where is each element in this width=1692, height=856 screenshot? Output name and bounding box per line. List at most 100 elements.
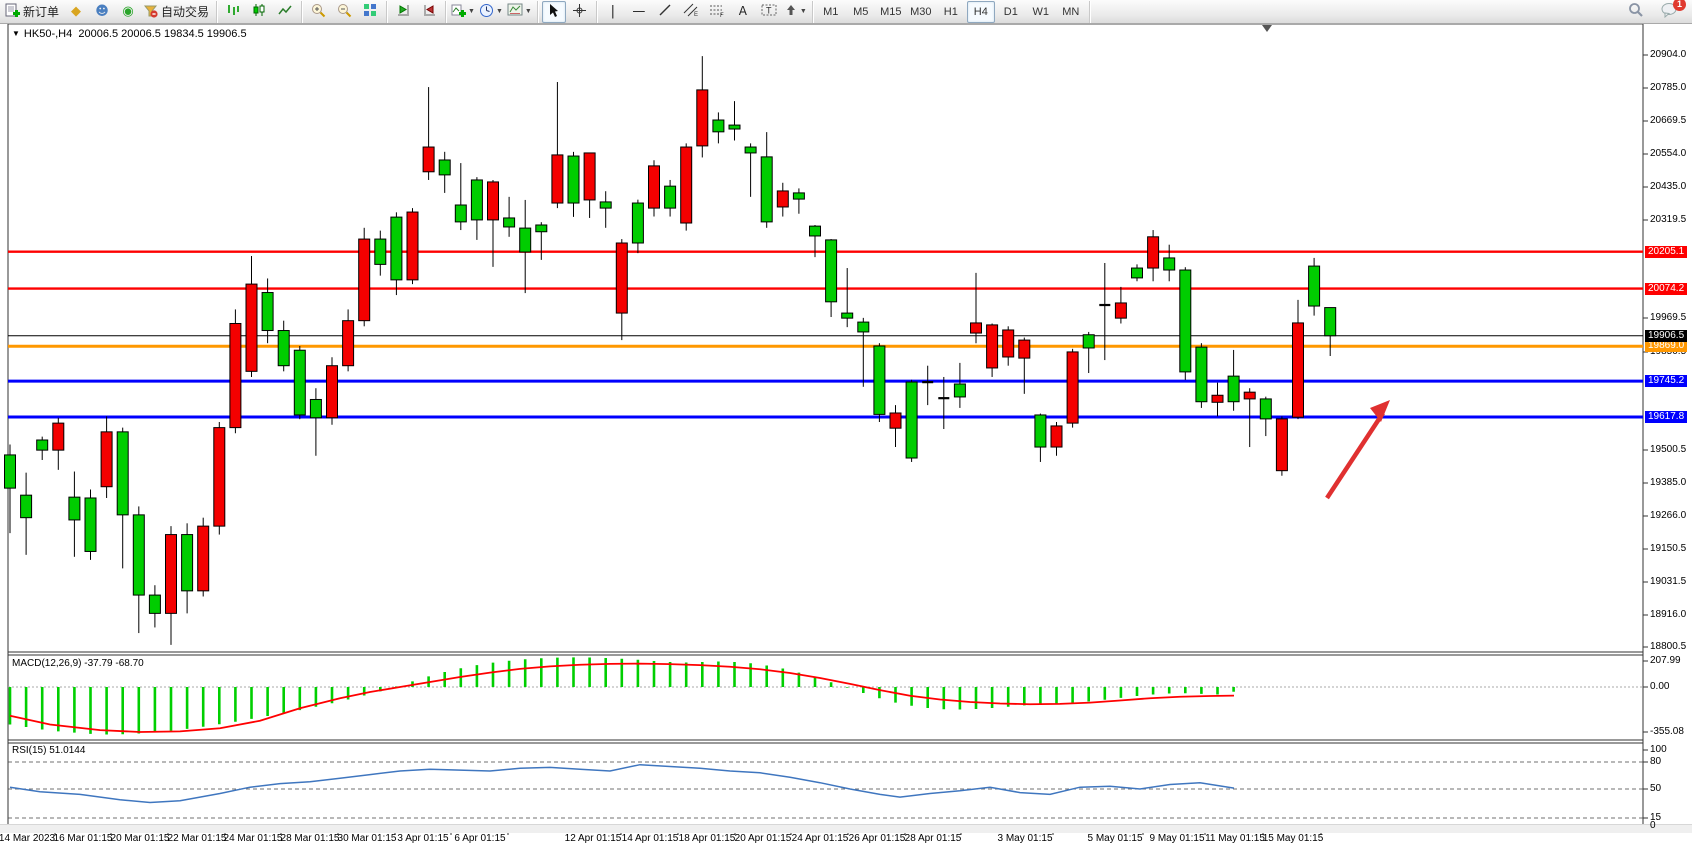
chat-button[interactable]: 1	[1657, 1, 1681, 23]
vertical-line-button[interactable]: |	[601, 1, 625, 23]
candle-body	[101, 432, 112, 487]
candle-chart-button[interactable]	[247, 1, 271, 23]
date-label: 12 Apr 01:15	[565, 833, 622, 844]
candle-body	[439, 160, 450, 175]
candle-body	[230, 323, 241, 427]
crosshair-button[interactable]	[568, 1, 592, 23]
candle-body	[166, 535, 177, 614]
date-label: 15 May 01:15	[1263, 833, 1324, 844]
timeframe-M30[interactable]: M30	[907, 1, 935, 23]
chart-canvas[interactable]	[0, 24, 1692, 856]
new-order-button[interactable]: 新订单	[4, 1, 62, 23]
candle-body	[359, 239, 370, 321]
search-icon	[1628, 2, 1644, 21]
candle-body	[1164, 258, 1175, 270]
date-label: 6 Apr 01:15	[454, 833, 505, 844]
price-tick-label: 18916.0	[1650, 609, 1686, 620]
profile-button[interactable]: ☻	[90, 1, 114, 23]
candle-body	[681, 147, 692, 223]
candle-doji	[1099, 304, 1110, 306]
tile-windows-button[interactable]	[358, 1, 382, 23]
chart-shift-button[interactable]	[391, 1, 415, 23]
chevron-down-icon: ▼	[800, 8, 807, 15]
annotation-arrow-line	[1327, 413, 1383, 498]
text-icon: A	[739, 5, 747, 18]
candle-body	[1260, 399, 1271, 419]
timeframe-M1[interactable]: M1	[817, 1, 845, 23]
rsi-tick-label: 100	[1650, 744, 1667, 755]
date-label: 5 May 01:15	[1087, 833, 1142, 844]
cursor-button[interactable]	[542, 1, 566, 23]
rsi-tick-label: 80	[1650, 756, 1661, 767]
autotrade-label: 自动交易	[161, 3, 209, 20]
zoom-in-icon	[311, 3, 326, 21]
fibonacci-icon: F	[709, 3, 725, 20]
fibonacci-button[interactable]: F	[705, 1, 729, 23]
candle-body	[1019, 340, 1030, 358]
line-chart-button[interactable]	[273, 1, 297, 23]
arrows-button[interactable]: ▼	[783, 1, 808, 23]
trendline-button[interactable]	[653, 1, 677, 23]
auto-scroll-button[interactable]	[417, 1, 441, 23]
bar-chart-button[interactable]	[221, 1, 245, 23]
periods-button[interactable]: ▼	[478, 1, 504, 23]
equidistant-channel-icon: E	[683, 3, 699, 20]
timeframe-MN[interactable]: MN	[1057, 1, 1085, 23]
timeframe-H4[interactable]: H4	[967, 1, 995, 23]
candle-body	[262, 293, 273, 331]
chart-menu-triangle-icon[interactable]: ▼	[12, 29, 20, 38]
timeframe-M15[interactable]: M15	[877, 1, 905, 23]
indicators-icon	[451, 3, 466, 21]
rsi-tick-label: 50	[1650, 783, 1661, 794]
text-button[interactable]: A	[731, 1, 755, 23]
candle-doji	[922, 381, 933, 383]
publisher-button[interactable]: ◆	[64, 1, 88, 23]
autotrade-button[interactable]: 自动交易	[142, 1, 212, 23]
timeframe-W1[interactable]: W1	[1027, 1, 1055, 23]
candle-body	[954, 384, 965, 397]
horizontal-line-button[interactable]: —	[627, 1, 651, 23]
price-tick-label: 20554.0	[1650, 148, 1686, 159]
date-label: 24 Apr 01:15	[792, 833, 849, 844]
current-price-label: 19906.5	[1645, 330, 1687, 342]
price-tick-label: 20785.0	[1650, 82, 1686, 93]
macd-tick-label: 0.00	[1650, 681, 1669, 692]
date-label: 26 Apr 01:15	[849, 833, 906, 844]
annotation-arrow-head	[1370, 400, 1390, 422]
indicators-button[interactable]: ▼	[450, 1, 476, 23]
candle-body	[1196, 347, 1207, 402]
zoom-in-button[interactable]	[306, 1, 330, 23]
candle-body	[278, 331, 289, 366]
timeframe-group: M1M5M15M30H1H4D1W1MN	[813, 1, 1090, 23]
timeframe-M5[interactable]: M5	[847, 1, 875, 23]
svg-text:F: F	[720, 13, 724, 17]
text-label-button[interactable]: T	[757, 1, 781, 23]
zoom-out-button[interactable]	[332, 1, 356, 23]
price-tick-label: 19150.5	[1650, 543, 1686, 554]
candle-body	[198, 526, 209, 591]
autotrade-icon	[143, 3, 158, 21]
candle-body	[536, 225, 547, 232]
auto-scroll-icon	[422, 3, 437, 20]
price-tick-label: 20435.0	[1650, 181, 1686, 192]
equidistant-channel-button[interactable]: E	[679, 1, 703, 23]
signal-button[interactable]: ◉	[116, 1, 140, 23]
candle-body	[987, 325, 998, 368]
templates-button[interactable]: ▼	[506, 1, 533, 23]
window-bottom-strip	[0, 824, 1692, 833]
date-label: 20 Apr 01:15	[735, 833, 792, 844]
publisher-icon: ◆	[71, 5, 81, 18]
candle-body	[182, 535, 193, 591]
level-price-label: 19617.8	[1645, 411, 1687, 423]
timeframe-D1[interactable]: D1	[997, 1, 1025, 23]
date-label: 14 Mar 2023	[0, 833, 55, 844]
candle-body	[616, 243, 627, 313]
candle-body	[343, 321, 354, 366]
date-label: 20 Mar 01:15	[111, 833, 170, 844]
candle-body	[488, 182, 499, 220]
tile-windows-icon	[363, 3, 377, 20]
candle-body	[53, 423, 64, 450]
level-price-label: 19745.2	[1645, 375, 1687, 387]
search-button[interactable]	[1624, 1, 1648, 23]
timeframe-H1[interactable]: H1	[937, 1, 965, 23]
